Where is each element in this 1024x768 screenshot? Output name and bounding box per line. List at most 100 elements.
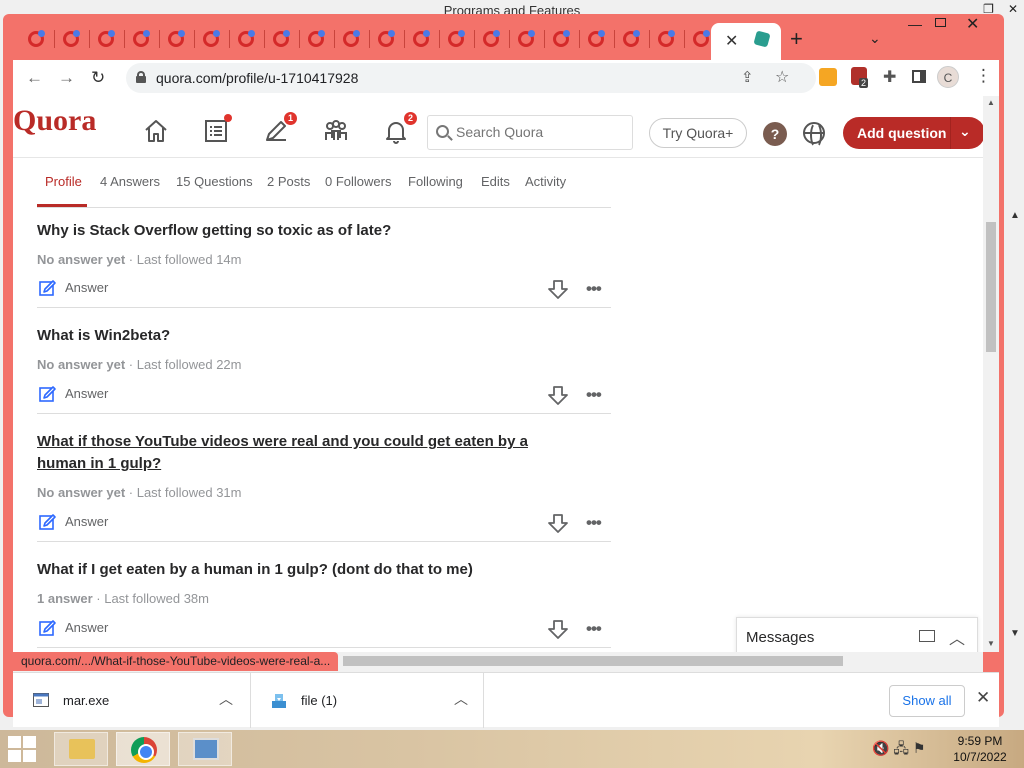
address-bar[interactable]: quora.com/profile/u-1710417928 ⇪ ☆ xyxy=(126,63,816,93)
question-title[interactable]: What is Win2beta? xyxy=(37,325,170,347)
question-title[interactable]: Why is Stack Overflow getting so toxic a… xyxy=(37,220,391,242)
taskbar-chrome[interactable] xyxy=(116,732,170,766)
quora-logo[interactable]: Quora xyxy=(13,104,96,138)
reload-icon[interactable]: ↻ xyxy=(91,68,105,88)
tab-edits[interactable]: Edits xyxy=(481,174,510,189)
chevron-up-icon[interactable]: ︿ xyxy=(454,689,468,709)
downvote-arrow-icon[interactable] xyxy=(547,618,569,640)
quora-tab-icon[interactable] xyxy=(378,30,395,47)
quora-tab-icon[interactable] xyxy=(658,30,675,47)
url-text[interactable]: quora.com/profile/u-1710417928 xyxy=(156,70,358,86)
scroll-up-icon[interactable]: ▲ xyxy=(1010,210,1020,221)
question-title[interactable]: What if I get eaten by a human in 1 gulp… xyxy=(37,559,473,581)
kebab-menu-icon[interactable]: ⋮ xyxy=(975,66,992,86)
downvote-arrow-icon[interactable] xyxy=(547,384,569,406)
scroll-down-icon[interactable]: ▼ xyxy=(1010,628,1020,639)
system-tray: 🔇 🖧 ⚑ xyxy=(872,738,925,762)
quora-tab-icon[interactable] xyxy=(413,30,430,47)
following-list-icon[interactable] xyxy=(203,114,232,144)
close-tab-icon[interactable]: ✕ xyxy=(725,31,738,51)
windows-start-icon[interactable] xyxy=(8,736,38,762)
rss-extension-icon[interactable] xyxy=(819,68,837,86)
new-tab-icon[interactable]: + xyxy=(790,28,803,50)
search-box[interactable] xyxy=(427,115,633,150)
system-clock[interactable]: 9:59 PM 10/7/2022 xyxy=(950,733,1010,765)
tab-following[interactable]: Following xyxy=(408,174,463,189)
quora-tab-icon[interactable] xyxy=(203,30,220,47)
scroll-up-icon[interactable]: ▲ xyxy=(987,98,995,107)
network-icon[interactable]: 🖧 xyxy=(893,740,909,756)
quora-tab-icon[interactable] xyxy=(28,30,45,47)
tab-answers[interactable]: 4 Answers xyxy=(100,174,160,189)
messages-panel[interactable]: Messages ︿ xyxy=(736,617,978,652)
side-panel-icon[interactable] xyxy=(912,70,926,83)
quora-tab-icon[interactable] xyxy=(483,30,500,47)
more-options-icon[interactable]: ••• xyxy=(586,385,602,405)
profile-avatar[interactable]: C xyxy=(937,66,959,88)
quora-tab-icon[interactable] xyxy=(553,30,570,47)
scrollbar-thumb[interactable] xyxy=(986,222,996,352)
quora-tab-icon[interactable] xyxy=(168,30,185,47)
search-input[interactable] xyxy=(456,124,626,140)
close-icon[interactable]: ✕ xyxy=(1008,2,1018,16)
quora-tab-icon[interactable] xyxy=(63,30,80,47)
quora-tab-icon[interactable] xyxy=(448,30,465,47)
tab-profile[interactable]: Profile xyxy=(45,174,82,189)
home-icon[interactable] xyxy=(143,118,169,144)
download-item[interactable]: mar.exe ︿ xyxy=(13,673,251,728)
tab-followers[interactable]: 0 Followers xyxy=(325,174,391,189)
help-icon[interactable]: ? xyxy=(763,122,787,146)
language-globe-icon[interactable] xyxy=(803,122,825,148)
scroll-down-icon[interactable]: ▼ xyxy=(987,639,995,648)
chevron-up-icon[interactable]: ︿ xyxy=(219,689,233,709)
answer-pencil-icon[interactable]: 1 xyxy=(263,112,297,144)
quora-tab-icon[interactable] xyxy=(518,30,535,47)
show-all-downloads-button[interactable]: Show all xyxy=(889,685,965,717)
add-question-button[interactable]: Add question ⌄ xyxy=(843,117,985,149)
taskbar-file-explorer[interactable] xyxy=(54,732,108,766)
try-quora-plus-button[interactable]: Try Quora+ xyxy=(649,118,747,148)
chevron-down-icon[interactable]: ⌄ xyxy=(959,123,971,140)
tab-questions[interactable]: 15 Questions xyxy=(176,174,253,189)
quora-tab-icon[interactable] xyxy=(133,30,150,47)
background-window-scrollbar[interactable]: ▲ ▼ xyxy=(1006,200,1024,650)
close-downloads-icon[interactable]: ✕ xyxy=(976,688,990,708)
active-tab[interactable]: ✕ xyxy=(711,23,781,60)
bookmark-star-icon[interactable]: ☆ xyxy=(775,67,789,87)
quora-tab-icon[interactable] xyxy=(693,30,710,47)
minimize-icon[interactable]: — xyxy=(908,16,922,32)
quora-tab-icon[interactable] xyxy=(273,30,290,47)
forward-arrow-icon[interactable]: → xyxy=(58,68,75,88)
question-title[interactable]: What if those YouTube videos were real a… xyxy=(37,431,577,475)
downvote-arrow-icon[interactable] xyxy=(547,512,569,534)
quora-tab-icon[interactable] xyxy=(238,30,255,47)
quora-tab-icon[interactable] xyxy=(98,30,115,47)
quora-tab-icon[interactable] xyxy=(623,30,640,47)
volume-muted-icon[interactable]: 🔇 xyxy=(872,740,889,756)
compose-message-icon[interactable] xyxy=(919,630,935,642)
scrollbar-thumb[interactable] xyxy=(343,656,843,666)
action-center-icon[interactable]: ⚑ xyxy=(913,740,926,756)
download-item[interactable]: file (1) ︿ xyxy=(251,673,484,728)
more-options-icon[interactable]: ••• xyxy=(586,619,602,639)
extensions-puzzle-icon[interactable]: ✚ xyxy=(883,67,896,87)
downvote-arrow-icon[interactable] xyxy=(547,278,569,300)
window-close-icon[interactable]: ✕ xyxy=(966,14,979,34)
tab-activity[interactable]: Activity xyxy=(525,174,566,189)
back-arrow-icon[interactable]: ← xyxy=(26,68,43,88)
more-options-icon[interactable]: ••• xyxy=(586,279,602,299)
spaces-people-icon[interactable] xyxy=(323,118,349,144)
more-options-icon[interactable]: ••• xyxy=(586,513,602,533)
lock-icon[interactable] xyxy=(136,71,146,83)
quora-tab-icon[interactable] xyxy=(343,30,360,47)
quora-tab-icon[interactable] xyxy=(308,30,325,47)
share-icon[interactable]: ⇪ xyxy=(741,68,754,86)
tab-search-chevron-icon[interactable]: ⌄ xyxy=(869,30,881,47)
taskbar-control-panel[interactable] xyxy=(178,732,232,766)
notifications-bell-icon[interactable]: 2 xyxy=(383,112,417,144)
vertical-scrollbar[interactable]: ▲ ▼ xyxy=(983,96,999,652)
chevron-up-icon[interactable]: ︿ xyxy=(949,625,965,649)
maximize-icon[interactable] xyxy=(935,18,946,27)
tab-posts[interactable]: 2 Posts xyxy=(267,174,310,189)
quora-tab-icon[interactable] xyxy=(588,30,605,47)
